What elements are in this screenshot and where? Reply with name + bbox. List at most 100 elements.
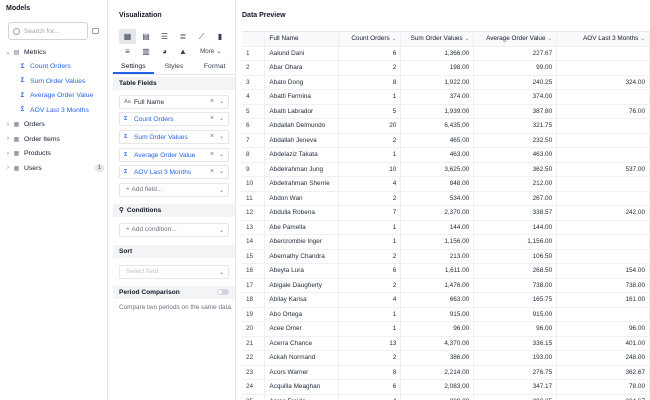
table-cell: 213.00 (400, 249, 475, 264)
table-cell: Abdallah Jeneva (264, 133, 340, 148)
remove-field-icon[interactable]: × (210, 168, 214, 175)
sort-label: Sort (119, 248, 133, 255)
tree-item-count-orders[interactable]: Σ Count Orders (4, 60, 106, 75)
table-cell: 1,611.00 (400, 263, 475, 279)
tree-item-average-order-value[interactable]: Σ Average Order Value (4, 89, 106, 104)
chevron-down-icon[interactable]: ⌄ (219, 168, 224, 175)
chevron-down-icon[interactable]: ⌄ (219, 133, 224, 140)
table-cell: 8 (338, 75, 402, 90)
column-header-index (242, 31, 266, 47)
column-header-sum-order-values[interactable]: Sum Order Values ⌄ (400, 31, 475, 47)
table-cell: Abdon Wan (264, 191, 340, 206)
field-average-order-value[interactable]: Σ Average Order Value × ⌄ (119, 148, 229, 162)
add-field-button[interactable]: + Add field... ⌄ (119, 183, 229, 197)
table-row: 6 Abdallah Delmundo 20 6,435.00 321.75 (242, 118, 650, 134)
remove-field-icon[interactable]: × (210, 151, 214, 158)
bar-chart-icon[interactable]: ▮ (212, 29, 229, 44)
chevron-down-icon[interactable]: ⌄ (392, 36, 397, 42)
table-row: 12 Abdulla Robena 7 2,370.00 338.57 242.00 (242, 205, 650, 221)
text-card-icon[interactable]: ≣ (175, 29, 192, 44)
table-chart-icon[interactable]: ▦ (119, 29, 136, 44)
table-cell: 96.00 (556, 321, 650, 337)
chevron-down-icon[interactable]: ⌄ (465, 36, 470, 42)
chevron-down-icon[interactable]: ⌄ (219, 151, 224, 158)
tree-item-orders[interactable]: › ▦ Orders (4, 118, 106, 133)
field-count-orders[interactable]: Σ Count Orders × ⌄ (119, 112, 229, 126)
remove-field-icon[interactable]: × (210, 133, 214, 140)
period-comparison-toggle[interactable] (217, 289, 229, 295)
tab-settings[interactable]: Settings (113, 61, 154, 74)
column-chart-icon[interactable]: ▥ (138, 44, 155, 59)
measure-icon: Σ (124, 116, 128, 122)
tree-item-label: Products (24, 150, 51, 158)
search-icon (13, 27, 20, 35)
tab-styles[interactable]: Styles (154, 61, 195, 74)
column-header-full-name[interactable]: Full Name (264, 31, 340, 47)
row-index-cell: 22 (242, 350, 266, 366)
chart-type-picker: ▦ ▤ ☰ ≣ ⟋ ▮ ≡ ▥ ◕ ▲ More ⌄ (119, 29, 233, 59)
field-aov-last-3-months[interactable]: Σ AOV Last 3 Months × ⌄ (119, 165, 229, 179)
table-row: 18 Abilay Karisa 4 663.00 165.75 161.00 (242, 292, 650, 308)
table-cell: 248.00 (556, 350, 650, 366)
table-cell: 1,156.00 (473, 234, 558, 250)
table-cell: 663.00 (400, 292, 475, 308)
table-cell (556, 133, 650, 148)
tree-item-metrics[interactable]: ⌄ ▤ Metrics (4, 45, 106, 60)
chevron-right-icon[interactable]: › (4, 136, 12, 142)
table-row: 15 Abernathy Chandra 2 213.00 106.50 (242, 249, 650, 264)
row-index-cell: 23 (242, 365, 266, 380)
field-full-name[interactable]: Aa Full Name × ⌄ (119, 95, 229, 109)
column-header-count-orders[interactable]: Count Orders ⌄ (338, 31, 402, 47)
table-row: 3 Abato Dong 8 1,922.00 240.25 324.00 (242, 75, 650, 90)
tree-item-aov-last-3-months[interactable]: Σ AOV Last 3 Months (4, 103, 106, 118)
table-row: 9 Abdelrahman Jung 10 3,625.00 362.50 537.00 (242, 162, 650, 177)
tree-item-sum-order-values[interactable]: Σ Sum Order Values (4, 74, 106, 89)
table-cell: 165.75 (473, 292, 558, 308)
chevron-right-icon[interactable]: › (4, 165, 12, 171)
table-cell: Abdelaziz Takata (264, 147, 340, 163)
more-charts-button[interactable]: More ⌄ (193, 44, 229, 59)
pie-chart-icon[interactable]: ◕ (156, 44, 173, 59)
chevron-right-icon[interactable]: › (4, 122, 12, 128)
chevron-down-icon[interactable]: ⌄ (548, 36, 553, 42)
remove-field-icon[interactable]: × (210, 98, 214, 105)
chevron-down-icon[interactable]: ⌄ (640, 36, 645, 42)
chevron-down-icon[interactable]: ⌄ (4, 49, 12, 56)
model-search-input[interactable]: Search for... (8, 22, 88, 40)
row-index-cell: 24 (242, 379, 266, 395)
tab-format[interactable]: Format (194, 61, 235, 74)
chevron-down-icon[interactable]: ⌄ (219, 98, 224, 105)
table-cell: Abdelrahman Sherrie (264, 176, 340, 192)
table-cell: 76.00 (556, 104, 650, 119)
sort-field-select[interactable]: Select field ⌄ (119, 265, 229, 279)
tree-item-products[interactable]: › ▦ Products (4, 147, 106, 162)
table-cell: Acquilla Meaghan (264, 379, 340, 395)
field-sum-order-values[interactable]: Σ Sum Order Values × ⌄ (119, 130, 229, 144)
funnel-chart-icon[interactable]: ▲ (175, 44, 192, 59)
tree-item-order-items[interactable]: › ▦ Order Items (4, 132, 106, 147)
table-cell: 915.00 (473, 307, 558, 322)
collapse-all-icon[interactable] (92, 28, 99, 34)
metric-card-icon[interactable]: ☰ (156, 29, 173, 44)
table-cell: 7 (338, 205, 402, 221)
horizontal-bar-icon[interactable]: ≡ (119, 44, 136, 59)
pivot-table-icon[interactable]: ▤ (138, 29, 155, 44)
table-cell: 202.25 (473, 394, 558, 400)
add-condition-button[interactable]: + Add condition... ⌄ (119, 223, 229, 237)
chevron-right-icon[interactable]: › (4, 151, 12, 157)
chevron-down-icon[interactable]: ⌄ (219, 115, 224, 122)
table-cell: 534.00 (400, 191, 475, 206)
column-header-aov-last-3-months[interactable]: AOV Last 3 Months ⌄ (556, 31, 650, 47)
table-row: 7 Abdallah Jeneva 2 465.00 232.50 (242, 133, 650, 148)
table-cell: Abar Ohara (264, 60, 340, 76)
table-cell: 1,922.00 (400, 75, 475, 90)
row-index-cell: 18 (242, 292, 266, 308)
table-cell: 4 (338, 176, 402, 192)
tree-item-users[interactable]: › ▦ Users 1 (4, 161, 106, 176)
row-index-cell: 16 (242, 263, 266, 279)
line-chart-icon[interactable]: ⟋ (193, 29, 210, 44)
row-index-cell: 13 (242, 220, 266, 235)
table-cell: 1,939.00 (400, 104, 475, 119)
remove-field-icon[interactable]: × (210, 115, 214, 122)
column-header-average-order-value[interactable]: Average Order Value ⌄ (473, 31, 558, 47)
